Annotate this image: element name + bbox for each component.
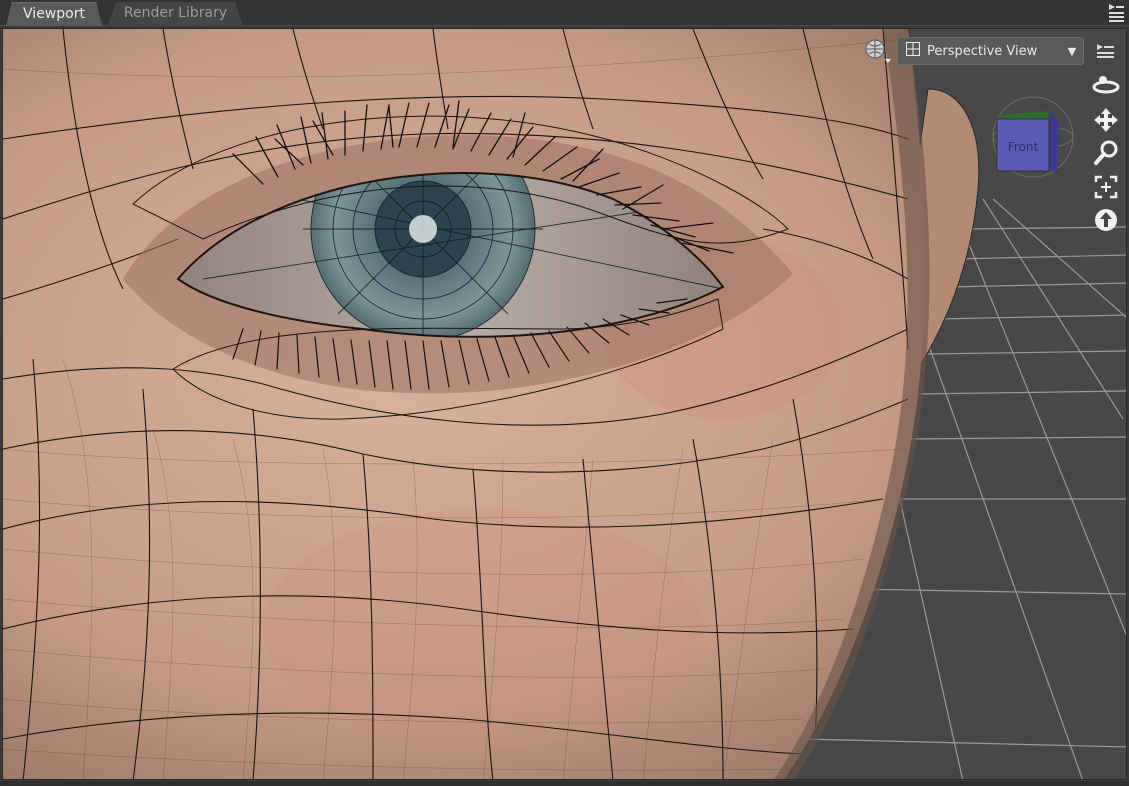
panel-menu-icon[interactable]	[1107, 2, 1125, 22]
3d-viewport[interactable]: Perspective View ▼ Front	[2, 28, 1127, 780]
frame-icon[interactable]	[1091, 173, 1121, 201]
pan-icon[interactable]	[1091, 106, 1121, 134]
view-cube-face-label: Front	[1008, 140, 1039, 154]
tab-viewport[interactable]: Viewport	[6, 2, 102, 26]
chevron-down-icon: ▼	[1067, 44, 1077, 58]
view-cube[interactable]: Front	[987, 91, 1075, 179]
camera-view-select[interactable]: Perspective View ▼	[897, 37, 1084, 65]
tab-render-library[interactable]: Render Library	[108, 2, 243, 26]
viewport-menu-icon[interactable]	[1095, 41, 1117, 61]
panel-bottom-border	[0, 781, 1129, 786]
scene-render[interactable]	[3, 29, 1127, 780]
zoom-icon[interactable]	[1091, 139, 1121, 167]
draw-style-icon[interactable]	[863, 37, 893, 65]
orbit-icon[interactable]	[1091, 71, 1121, 99]
view-grid-icon	[906, 42, 920, 60]
camera-view-label: Perspective View	[927, 43, 1038, 59]
panel-tab-bar: Viewport Render Library	[0, 0, 1129, 26]
reset-icon[interactable]	[1091, 206, 1121, 234]
